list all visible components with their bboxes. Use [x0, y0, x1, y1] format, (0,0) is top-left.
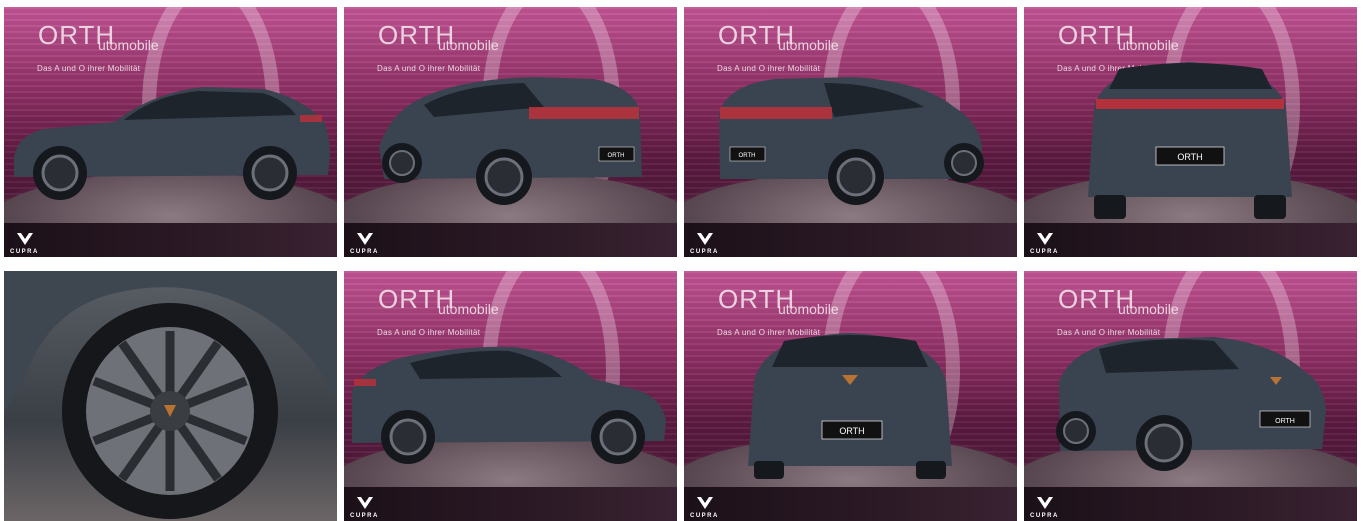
- car-rear-left-image: ORTH: [379, 77, 642, 205]
- brand-bar: CUPRA: [1024, 223, 1357, 257]
- gallery-photo-rear-right[interactable]: ORTH utomobile Das A und O ihrer Mobilit…: [684, 7, 1017, 257]
- brand-wordmark: CUPRA: [350, 249, 379, 255]
- cupra-logo-icon: [1037, 233, 1053, 245]
- gallery-photo-rear[interactable]: ORTH utomobile Das A und O ihrer Mobilit…: [1024, 7, 1357, 257]
- license-plate: ORTH: [839, 426, 864, 436]
- brand-bar: CUPRA: [684, 223, 1017, 257]
- license-plate: ORTH: [608, 153, 625, 159]
- brand-wordmark: CUPRA: [1030, 513, 1059, 519]
- gallery-photo-side-right[interactable]: ORTH utomobile Das A und O ihrer Mobilit…: [344, 271, 677, 521]
- brand-wordmark: CUPRA: [350, 513, 379, 519]
- cupra-logo-icon: [1037, 497, 1053, 509]
- car-rear-image: ORTH: [1088, 62, 1292, 219]
- gallery-photo-wheel[interactable]: [4, 271, 337, 521]
- license-plate: ORTH: [739, 153, 756, 159]
- car-front-right-image: ORTH: [1056, 337, 1326, 471]
- photo-gallery: ORTH utomobile Das A und O ihrer Mobilit…: [0, 0, 1363, 521]
- brand-bar: CUPRA: [684, 487, 1017, 521]
- car-front-image: ORTH: [748, 333, 952, 479]
- cupra-logo-icon: [17, 233, 33, 245]
- car-side-right-image: [352, 346, 666, 464]
- brand-wordmark: CUPRA: [10, 249, 39, 255]
- gallery-photo-side-left[interactable]: ORTH utomobile Das A und O ihrer Mobilit…: [4, 7, 337, 257]
- car-rear-right-image: ORTH: [719, 77, 984, 205]
- wheel-closeup-image: [4, 271, 337, 519]
- license-plate: ORTH: [1275, 418, 1295, 425]
- cupra-logo-icon: [697, 233, 713, 245]
- brand-wordmark: CUPRA: [1030, 249, 1059, 255]
- cupra-logo-icon: [697, 497, 713, 509]
- brand-bar: CUPRA: [344, 223, 677, 257]
- cupra-logo-icon: [357, 497, 373, 509]
- gallery-photo-front[interactable]: ORTH utomobile Das A und O ihrer Mobilit…: [684, 271, 1017, 521]
- brand-bar: CUPRA: [344, 487, 677, 521]
- gallery-photo-front-right[interactable]: ORTH utomobile Das A und O ihrer Mobilit…: [1024, 271, 1357, 521]
- gallery-photo-rear-left[interactable]: ORTH utomobile Das A und O ihrer Mobilit…: [344, 7, 677, 257]
- brand-bar: CUPRA: [1024, 487, 1357, 521]
- brand-wordmark: CUPRA: [690, 513, 719, 519]
- brand-wordmark: CUPRA: [690, 249, 719, 255]
- license-plate: ORTH: [1177, 152, 1202, 162]
- car-side-left-image: [14, 87, 330, 200]
- brand-bar: CUPRA: [4, 223, 337, 257]
- cupra-logo-icon: [357, 233, 373, 245]
